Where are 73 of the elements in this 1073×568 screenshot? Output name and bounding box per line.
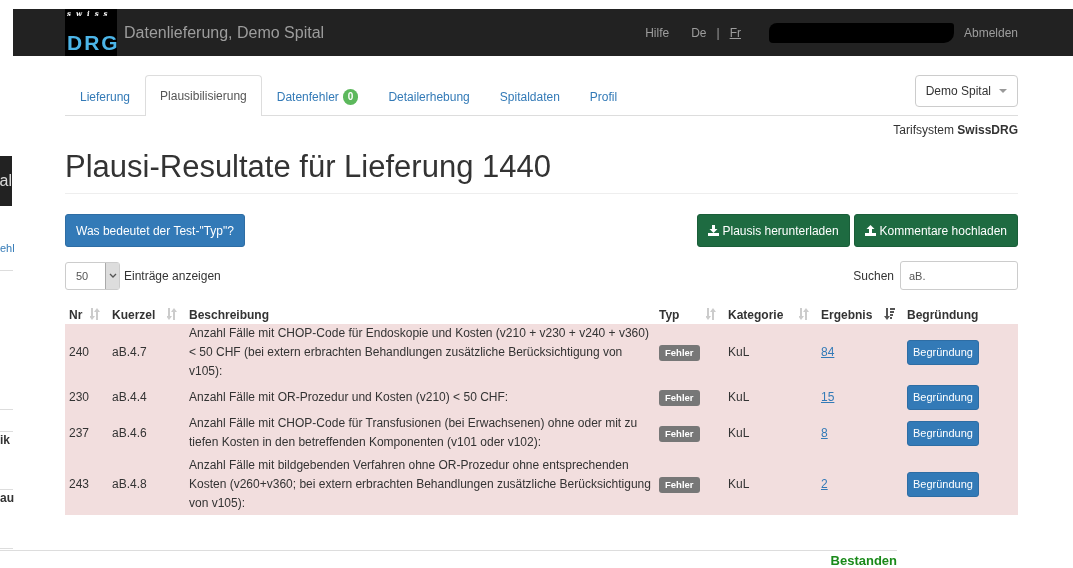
table-cell: 230 xyxy=(65,383,108,412)
language-link[interactable]: De xyxy=(691,25,707,40)
column-header[interactable]: Beschreibung xyxy=(189,308,269,322)
type-label: Fehler xyxy=(659,477,700,493)
tab[interactable]: Lieferung xyxy=(65,76,146,116)
table-cell: KuL xyxy=(724,412,817,454)
search-field[interactable]: aB. xyxy=(900,261,1018,290)
app-title[interactable]: Datenlieferung, Demo Spital xyxy=(124,23,325,42)
table-cell: aB.4.6 xyxy=(108,412,185,454)
sort-icon[interactable] xyxy=(90,308,100,320)
result-link[interactable]: 8 xyxy=(821,425,828,440)
table-cell: aB.4.8 xyxy=(108,454,185,515)
column-header[interactable]: Kategorie xyxy=(728,308,784,322)
search-label: Suchen xyxy=(853,268,894,283)
table-cell: Anzahl Fälle mit CHOP-Code für Transfusionen (bei Erwachsenen) ohne oder mit zu tiefen Kosten in den betreffenden Komponenten (v101 oder v102): xyxy=(185,412,655,454)
type-label: Fehler xyxy=(659,390,700,406)
upload-icon xyxy=(864,225,876,236)
page-length-label: Einträge anzeigen xyxy=(124,268,221,283)
help-link[interactable]: Hilfe xyxy=(645,25,670,40)
sidebar-link[interactable]: ehl xyxy=(0,242,15,254)
status-text: Bestanden xyxy=(830,552,897,568)
upload-button[interactable]: Kommentare hochladen xyxy=(853,214,1018,247)
column-header[interactable]: Nr xyxy=(69,308,83,322)
sidebar-label: ik xyxy=(0,433,10,447)
reason-button[interactable]: Begründung xyxy=(907,340,979,365)
table-cell: Anzahl Fälle mit bildgebenden Verfahren ohne OR-Prozedur ohne entsprechenden Kosten (v260+v360; bei extern erbrachten Behandlungen zusätzliche Berücksichtigung von v105): xyxy=(185,454,655,515)
table-cell: KuL xyxy=(724,383,817,412)
table-cell: aB.4.7 xyxy=(108,324,185,383)
sort-icon[interactable] xyxy=(706,308,716,320)
result-link[interactable]: 84 xyxy=(821,345,835,359)
column-header[interactable]: Kuerzel xyxy=(112,308,156,322)
table-cell: KuL xyxy=(724,324,817,383)
sort-icon[interactable] xyxy=(167,308,177,320)
result-link[interactable]: 2 xyxy=(821,477,828,491)
tab[interactable]: Detailerhebung xyxy=(373,76,485,116)
sort-icon[interactable] xyxy=(799,308,809,320)
logout-link[interactable]: Abmelden xyxy=(963,25,1018,40)
page-heading: Plausi-Resultate für Lieferung 1440 xyxy=(65,149,1018,194)
download-button[interactable]: Plausis herunterladen xyxy=(696,214,850,247)
column-header[interactable]: Typ xyxy=(659,308,680,322)
reason-button[interactable]: Begründung xyxy=(907,385,979,410)
table-cell: 240 xyxy=(65,324,108,383)
sidebar-header-text: al xyxy=(0,156,12,206)
language-link[interactable]: Fr xyxy=(729,25,741,40)
reason-button[interactable]: Begründung xyxy=(907,420,979,446)
table-cell: 243 xyxy=(65,454,108,515)
table-cell: aB.4.4 xyxy=(108,383,185,412)
count-badge: 0 xyxy=(342,88,359,105)
tab[interactable]: Plausibilisierung xyxy=(145,75,262,116)
type-label: Fehler xyxy=(659,345,700,361)
tab[interactable]: Spitaldaten xyxy=(484,76,575,116)
reason-button[interactable]: Begründung xyxy=(907,472,979,497)
table-cell: KuL xyxy=(724,454,817,515)
chevron-down-icon xyxy=(108,273,117,278)
sidebar-label: au xyxy=(0,491,14,505)
info-button[interactable]: Was bedeutet der Test-"Typ"? xyxy=(65,214,245,247)
tab[interactable]: Datenfehler 0 xyxy=(261,76,374,116)
table-cell: Anzahl Fälle mit OR-Prozedur und Kosten (v210) < 50 CHF: xyxy=(185,383,655,412)
column-header[interactable]: Begründung xyxy=(907,308,979,322)
result-link[interactable]: 15 xyxy=(821,390,835,404)
tab[interactable]: Profil xyxy=(574,76,633,116)
tariff-system-text: Tarifsystem SwissDRG xyxy=(893,123,1018,137)
caret-icon xyxy=(999,89,1007,93)
download-icon xyxy=(707,225,719,236)
table-cell: 237 xyxy=(65,412,108,454)
hospital-dropdown[interactable]: Demo Spital xyxy=(914,75,1018,107)
sort-descending-icon[interactable] xyxy=(884,308,895,320)
logo-text: DRG xyxy=(67,32,117,54)
page-length-select[interactable]: 50 xyxy=(65,261,120,290)
separator-text: | xyxy=(716,25,720,40)
type-label: Fehler xyxy=(659,425,700,442)
column-header[interactable]: Ergebnis xyxy=(821,308,873,322)
table-cell: Anzahl Fälle mit CHOP-Code für Endoskopie und Kosten (v210 + v230 + v240 + v360) < 50 CHF (bei extern erbrachten Behandlungen zusätzliche Berücksichtigung von v105): xyxy=(185,324,655,383)
